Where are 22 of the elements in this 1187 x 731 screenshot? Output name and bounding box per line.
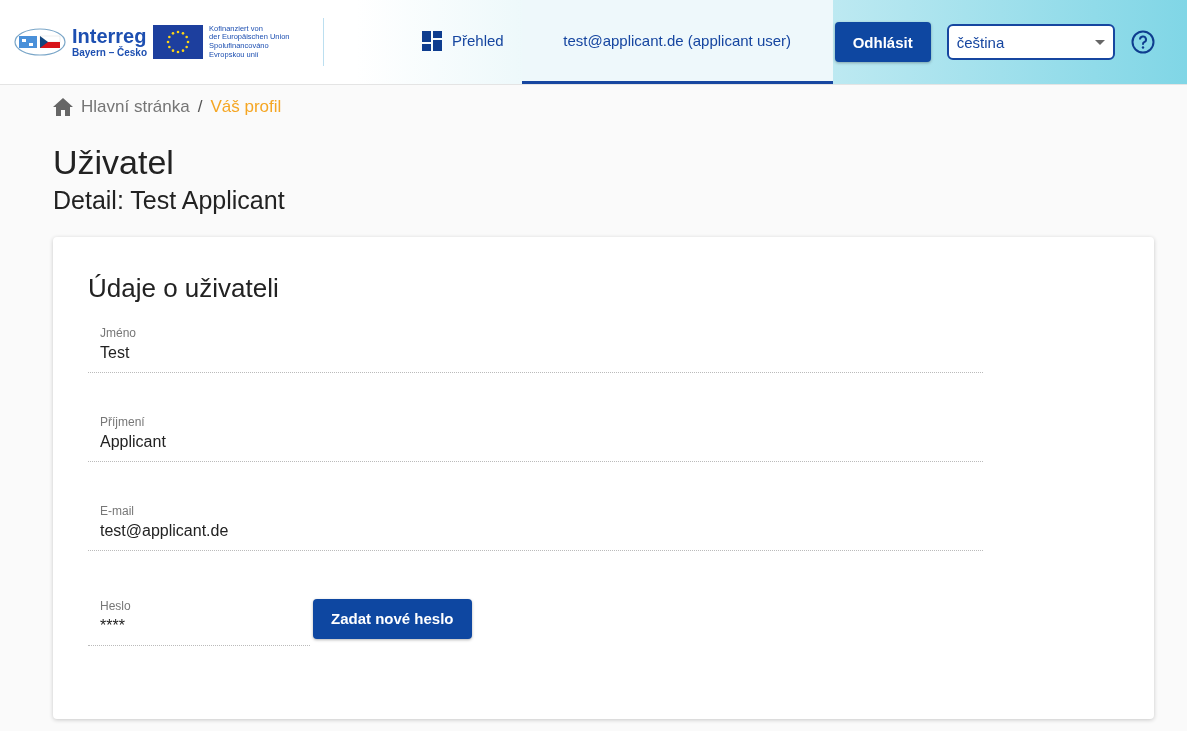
overview-tab[interactable]: Přehled: [404, 0, 522, 84]
card-title: Údaje o uživateli: [88, 273, 280, 304]
logo-region: Bayern – Česko: [72, 48, 148, 58]
input-field[interactable]: Heslo ****: [88, 591, 310, 646]
caret-icon: [1094, 39, 1105, 45]
language-select[interactable]: čeština: [946, 24, 1115, 60]
page-subtitle: Detail: Test Applicant: [53, 186, 286, 215]
breadcrumb-separator: /: [197, 97, 203, 117]
input-field[interactable]: Jméno Test: [88, 318, 983, 373]
breadcrumb-link[interactable]: Hlavní stránka: [81, 97, 190, 117]
eu-flag-icon: [153, 25, 204, 59]
dashboard-icon: [422, 30, 442, 51]
new-password-button[interactable]: Zadat nové heslo: [313, 598, 472, 639]
input-field[interactable]: Příjmení Applicant: [88, 407, 983, 462]
help-icon[interactable]: [1130, 30, 1155, 54]
flags-icon: [14, 27, 66, 57]
home-icon[interactable]: [53, 98, 73, 116]
input-field[interactable]: E-mail test@applicant.de: [88, 496, 983, 551]
logo-name: Interreg: [72, 26, 148, 46]
page-title: Uživatel: [53, 143, 175, 182]
user-tab[interactable]: test@applicant.de (applicant user): [521, 0, 833, 84]
logout-button[interactable]: Odhlásit: [834, 22, 931, 62]
